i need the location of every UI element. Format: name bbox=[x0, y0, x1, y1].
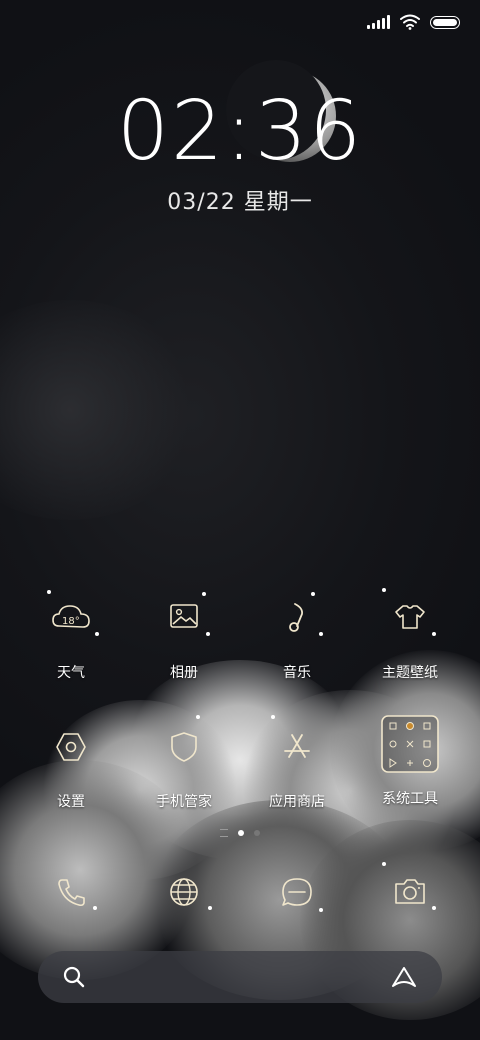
phone-icon bbox=[58, 879, 85, 907]
browser-icon bbox=[170, 878, 198, 906]
search-bar[interactable] bbox=[38, 951, 442, 1003]
theme-icon bbox=[395, 605, 425, 629]
app-settings[interactable]: 设置 bbox=[16, 725, 126, 811]
dock-messages[interactable] bbox=[242, 870, 352, 914]
camera-icon bbox=[395, 879, 425, 904]
dock-browser[interactable] bbox=[129, 870, 239, 914]
security-icon bbox=[171, 732, 197, 762]
lock-time: 02:36 bbox=[116, 84, 364, 179]
app-store[interactable]: 应用商店 bbox=[242, 715, 352, 811]
app-label: 设置 bbox=[57, 794, 85, 810]
dock-phone[interactable] bbox=[16, 870, 126, 914]
app-theme[interactable]: 主题壁纸 bbox=[355, 588, 465, 682]
svg-text:18°: 18° bbox=[62, 616, 80, 627]
app-label: 手机管家 bbox=[156, 794, 212, 810]
page-dot-active[interactable] bbox=[238, 830, 244, 836]
settings-icon bbox=[56, 733, 86, 761]
app-label: 天气 bbox=[57, 665, 85, 681]
weather-icon: 18° bbox=[52, 605, 90, 628]
app-security[interactable]: 手机管家 bbox=[129, 715, 239, 811]
app-folder-tools[interactable]: 系统工具 bbox=[355, 715, 465, 808]
signal-icon bbox=[367, 15, 390, 29]
app-label: 应用商店 bbox=[269, 794, 325, 810]
page-dot[interactable] bbox=[254, 830, 260, 836]
folder-icon bbox=[381, 715, 439, 773]
search-icon[interactable] bbox=[62, 965, 86, 989]
app-label: 主题壁纸 bbox=[382, 665, 438, 681]
app-gallery[interactable]: 相册 bbox=[129, 592, 239, 682]
app-drawer-indicator[interactable] bbox=[220, 829, 228, 837]
page-indicator[interactable] bbox=[0, 829, 480, 837]
music-icon bbox=[289, 603, 304, 632]
assistant-icon[interactable] bbox=[390, 964, 418, 990]
app-music[interactable]: 音乐 bbox=[242, 592, 352, 682]
messages-icon bbox=[282, 878, 312, 906]
wifi-icon bbox=[400, 14, 420, 30]
app-label: 音乐 bbox=[283, 665, 311, 681]
battery-icon bbox=[430, 15, 460, 29]
app-store-icon bbox=[284, 734, 310, 758]
dock-camera[interactable] bbox=[355, 862, 465, 914]
gallery-icon bbox=[170, 604, 198, 628]
app-label: 相册 bbox=[170, 665, 198, 681]
lock-date: 03/22 星期一 bbox=[167, 190, 313, 215]
status-bar bbox=[367, 10, 460, 34]
app-weather[interactable]: 18° 天气 bbox=[16, 590, 126, 682]
app-label: 系统工具 bbox=[382, 791, 438, 807]
